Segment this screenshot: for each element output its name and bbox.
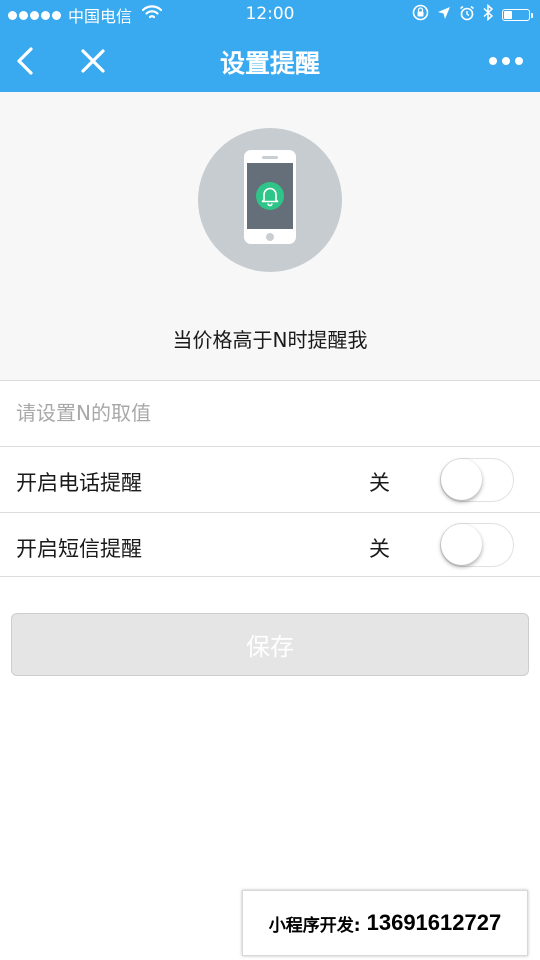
phone-reminder-toggle[interactable]: [440, 458, 514, 502]
bluetooth-icon: [483, 3, 494, 26]
location-arrow-icon: [437, 5, 451, 25]
battery-icon: [502, 9, 533, 21]
sms-reminder-label: 开启短信提醒: [16, 537, 142, 561]
sms-reminder-toggle[interactable]: [440, 523, 514, 567]
save-button[interactable]: 保存: [11, 613, 529, 676]
reminder-hint: 当价格高于N时提醒我: [172, 328, 368, 352]
page-title: 设置提醒: [219, 49, 320, 78]
toggle-knob: [441, 524, 482, 565]
sms-reminder-state: 关: [369, 537, 390, 561]
more-button[interactable]: [486, 44, 526, 78]
phone-reminder-row: 开启电话提醒 关: [0, 447, 540, 513]
n-value-input[interactable]: [16, 381, 516, 445]
status-bar: 中国电信 12:00: [0, 0, 540, 30]
orientation-lock-icon: [412, 4, 429, 26]
phone-bell-icon: [198, 128, 342, 272]
navigation-bar: 设置提醒: [0, 30, 540, 92]
alarm-icon: [459, 5, 475, 26]
phone-reminder-state: 关: [369, 471, 390, 495]
status-right: [404, 3, 533, 26]
more-dots-icon: [489, 57, 523, 65]
developer-contact-badge: 小程序开发: 13691612727: [242, 890, 528, 956]
developer-phone: 13691612727: [366, 910, 502, 935]
n-value-row: [0, 381, 540, 447]
phone-reminder-label: 开启电话提醒: [16, 471, 142, 495]
header-area: 当价格高于N时提醒我: [0, 92, 540, 381]
toggle-knob: [441, 459, 482, 500]
battery-level: [504, 11, 512, 19]
reminder-settings-screen: 中国电信 12:00 设置提醒 当价格高于N时提醒我 请设置N的取值 开启电话提…: [0, 0, 540, 960]
developer-label: 小程序开发:: [268, 915, 361, 936]
sms-reminder-row: 开启短信提醒 关: [0, 513, 540, 577]
